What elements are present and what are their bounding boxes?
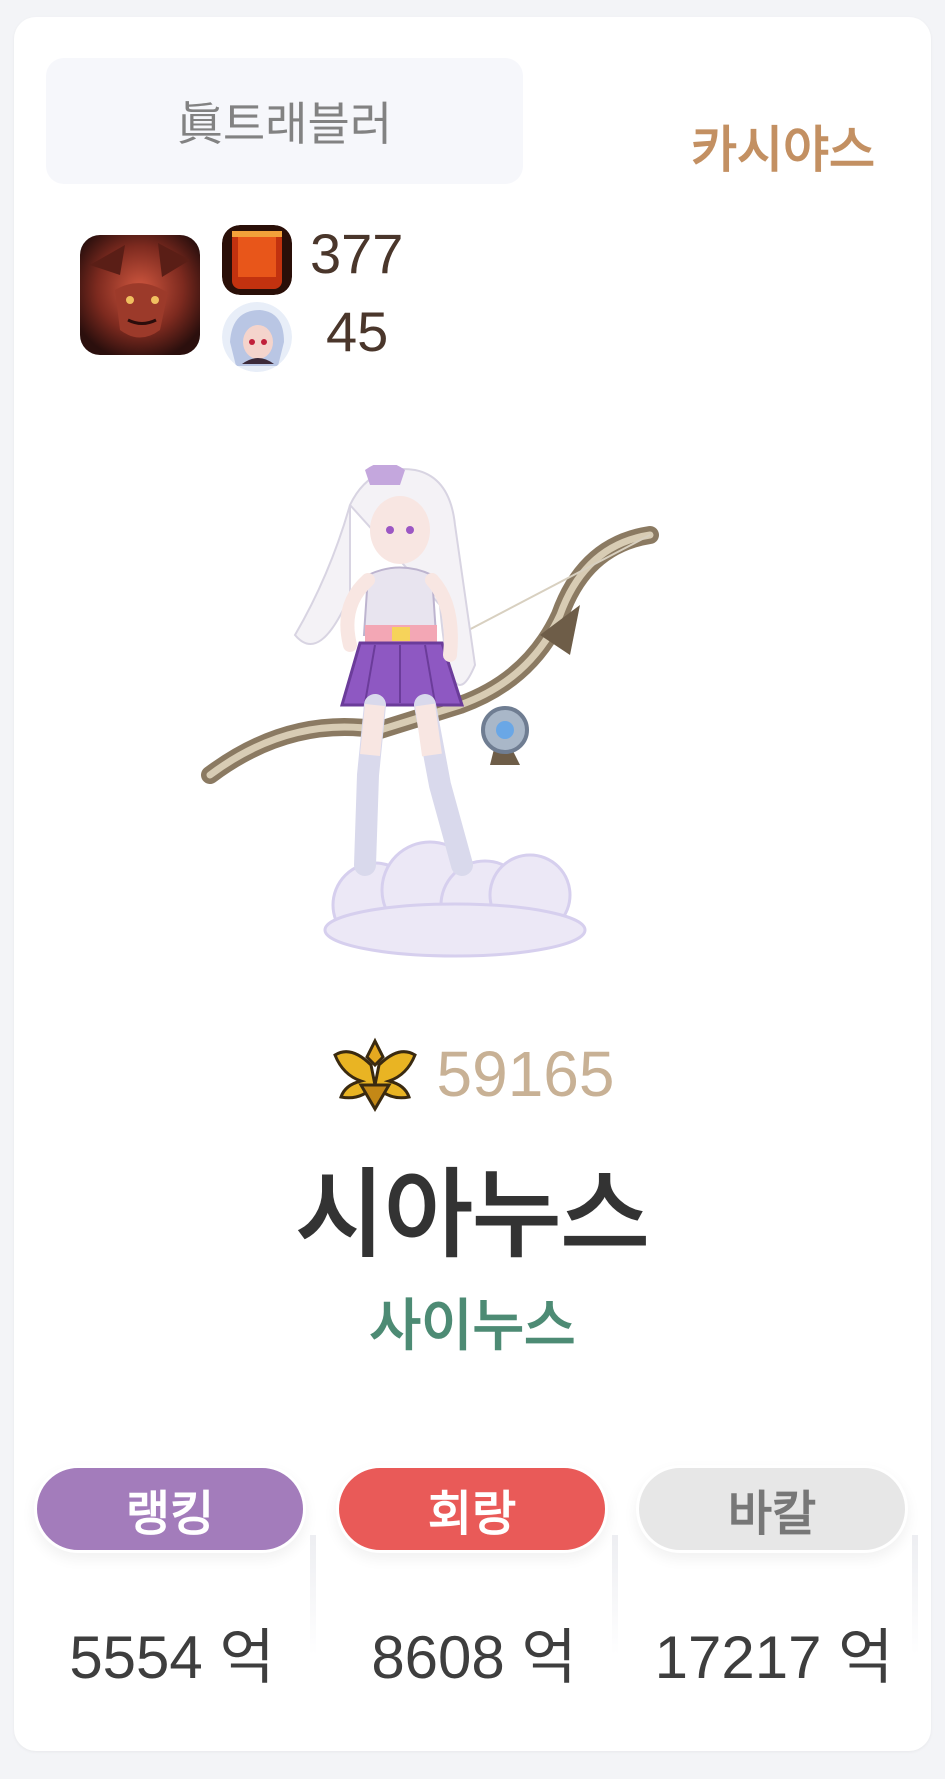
gold-wings-emblem-icon	[331, 1035, 419, 1113]
ranking-column: 랭킹 5554 억	[34, 1465, 316, 1688]
archer-character-sprite	[200, 462, 740, 965]
corridor-amount: 8608 억	[371, 1624, 577, 1691]
fame-value: 59165	[436, 1038, 615, 1110]
demon-portrait-icon	[80, 235, 200, 355]
secondary-stat-value: 45	[326, 300, 389, 363]
column-divider	[612, 1535, 618, 1655]
bakal-column: 바칼 17217 억	[636, 1465, 918, 1688]
character-name: 시아누스	[295, 1162, 650, 1269]
tab-corridor[interactable]: 회랑	[336, 1465, 608, 1553]
tab-ranking[interactable]: 랭킹	[34, 1465, 306, 1553]
red-banner-icon	[222, 225, 292, 295]
tab-bakal[interactable]: 바칼	[636, 1465, 908, 1553]
column-divider	[912, 1535, 918, 1655]
corridor-column: 회랑 8608 억	[336, 1465, 618, 1688]
character-portrait-icon	[222, 302, 292, 372]
guild-name[interactable]: 사이누스	[0, 1298, 945, 1354]
ranking-amount: 5554 억	[69, 1624, 275, 1691]
fame-row: 59165	[0, 1035, 945, 1113]
column-divider	[310, 1535, 316, 1655]
server-name[interactable]: 카시야스	[691, 110, 875, 182]
class-name: 眞트래블러	[176, 98, 393, 150]
bakal-amount: 17217 억	[654, 1624, 894, 1691]
class-badge: 眞트래블러	[46, 58, 523, 184]
primary-stat-value: 377	[310, 222, 404, 285]
